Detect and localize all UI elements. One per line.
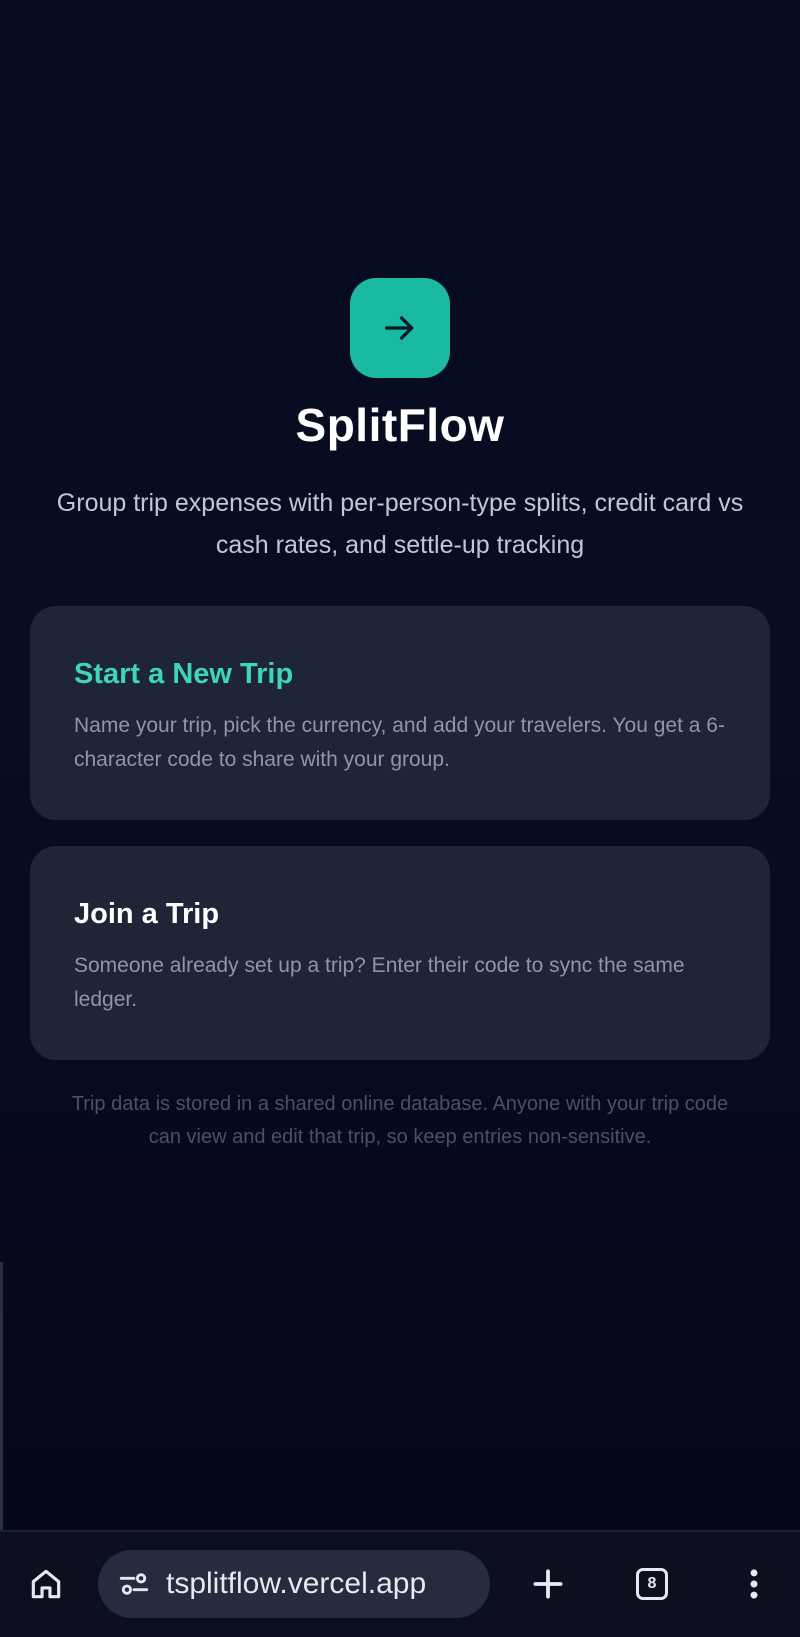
- new-tab-button[interactable]: [524, 1560, 572, 1608]
- start-new-trip-card[interactable]: Start a New Trip Name your trip, pick th…: [30, 606, 770, 820]
- browser-menu-button[interactable]: [730, 1560, 778, 1608]
- tabs-icon: 8: [636, 1568, 668, 1600]
- join-trip-title: Join a Trip: [74, 898, 220, 930]
- more-vert-icon: [750, 1569, 758, 1599]
- edge-divider: [0, 1262, 3, 1532]
- start-new-trip-title: Start a New Trip: [74, 658, 294, 690]
- tab-switcher-button[interactable]: 8: [628, 1560, 676, 1608]
- data-storage-notice: Trip data is stored in a shared online d…: [71, 1093, 729, 1148]
- address-bar[interactable]: tsplitflow.vercel.app: [98, 1550, 490, 1618]
- app-subtitle: Group trip expenses with per-person-type…: [56, 489, 744, 559]
- site-settings-icon[interactable]: [114, 1564, 154, 1604]
- app-page: SplitFlow Group trip expenses with per-p…: [0, 0, 800, 1532]
- start-new-trip-description: Name your trip, pick the currency, and a…: [74, 714, 725, 771]
- join-trip-description: Someone already set up a trip? Enter the…: [74, 954, 685, 1011]
- home-icon: [31, 1569, 61, 1599]
- tab-count: 8: [647, 1575, 657, 1592]
- url-text: tsplitflow.vercel.app: [166, 1567, 427, 1600]
- home-button[interactable]: [22, 1560, 70, 1608]
- join-trip-card[interactable]: Join a Trip Someone already set up a tri…: [30, 846, 770, 1060]
- plus-icon: [533, 1569, 563, 1599]
- app-title: SplitFlow: [295, 399, 505, 451]
- arrow-right-icon: [385, 316, 414, 340]
- browser-toolbar: tsplitflow.vercel.app 8: [0, 1530, 800, 1637]
- app-logo: [350, 278, 450, 378]
